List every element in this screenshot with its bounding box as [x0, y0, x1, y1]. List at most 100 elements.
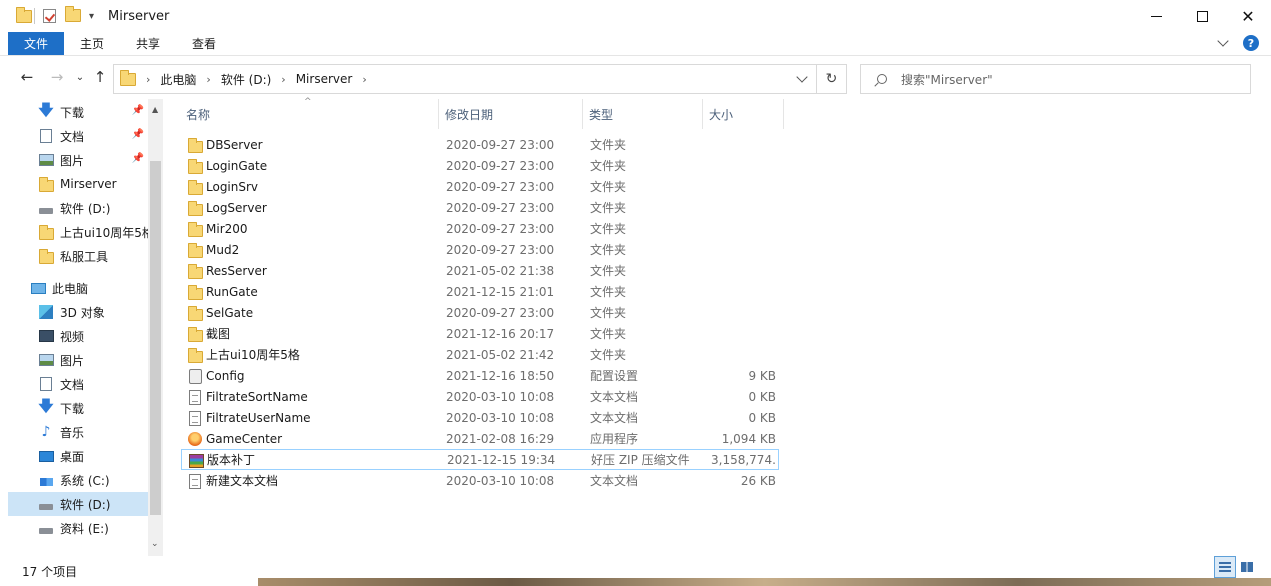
- sidebar-pc-item[interactable]: ♪ 音乐: [8, 420, 148, 444]
- sidebar-pc-item[interactable]: 3D 对象: [8, 300, 148, 324]
- up-button[interactable]: ↑: [90, 67, 110, 87]
- file-row[interactable]: 新建文本文档 2020-03-10 10:08 文本文档 26 KB: [181, 470, 779, 491]
- scroll-up-icon[interactable]: ▲: [152, 105, 158, 114]
- search-icon: [877, 74, 887, 84]
- address-bar[interactable]: › 此电脑 › 软件 (D:) › Mirserver › ↻: [113, 64, 847, 94]
- file-date: 2020-09-27 23:00: [446, 137, 555, 152]
- file-row[interactable]: 截图 2021-12-16 20:17 文件夹: [181, 323, 779, 344]
- file-type: 好压 ZIP 压缩文件: [591, 453, 690, 467]
- column-header-date[interactable]: 修改日期: [440, 99, 583, 129]
- file-name: DBServer: [206, 137, 263, 152]
- tab-share[interactable]: 共享: [120, 32, 176, 55]
- file-date: 2020-09-27 23:00: [446, 158, 555, 173]
- column-header-size[interactable]: 大小: [704, 99, 784, 129]
- column-header-name[interactable]: 名称: [181, 99, 439, 129]
- sidebar-pc-item[interactable]: 视频: [8, 324, 148, 348]
- file-row[interactable]: 上古ui10周年5格 2021-05-02 21:42 文件夹: [181, 344, 779, 365]
- sidebar-quick-access-item[interactable]: Mirserver: [8, 172, 148, 196]
- minimize-button[interactable]: [1133, 0, 1179, 32]
- file-type: 文件夹: [590, 264, 627, 278]
- sidebar-item-this-pc[interactable]: 此电脑: [8, 276, 148, 300]
- forward-button[interactable]: →: [47, 67, 67, 87]
- address-dropdown-button[interactable]: [796, 71, 808, 83]
- breadcrumb-separator[interactable]: ›: [206, 73, 210, 86]
- tab-file[interactable]: 文件: [8, 32, 65, 55]
- file-size: 26 KB: [740, 473, 776, 488]
- recent-locations-button[interactable]: ⌄: [70, 67, 90, 87]
- folder-icon: [187, 263, 203, 279]
- tab-view[interactable]: 查看: [176, 32, 232, 55]
- file-type: 文件夹: [590, 327, 627, 341]
- sidebar-quick-access-item[interactable]: 🡇 下载 📌: [8, 100, 148, 124]
- file-row[interactable]: Mud2 2020-09-27 23:00 文件夹: [181, 239, 779, 260]
- breadcrumb-this-pc[interactable]: 此电脑: [160, 71, 196, 88]
- search-box[interactable]: 搜索"Mirserver": [860, 64, 1251, 94]
- file-row[interactable]: FiltrateSortName 2020-03-10 10:08 文本文档 0 KB: [181, 386, 779, 407]
- new-folder-icon: [65, 6, 81, 22]
- window-controls: ✕: [1133, 0, 1271, 32]
- text-file-icon: [187, 410, 203, 426]
- scrollbar-thumb[interactable]: [150, 161, 161, 515]
- sidebar-pc-item[interactable]: 图片: [8, 348, 148, 372]
- file-row[interactable]: ResServer 2021-05-02 21:38 文件夹: [181, 260, 779, 281]
- sidebar-quick-access-item[interactable]: 图片 📌: [8, 148, 148, 172]
- sidebar-item-label: 软件 (D:): [60, 497, 111, 512]
- expand-ribbon-button[interactable]: [1217, 35, 1229, 47]
- file-row[interactable]: RunGate 2021-12-15 21:01 文件夹: [181, 281, 779, 302]
- file-row[interactable]: Config 2021-12-16 18:50 配置设置 9 KB: [181, 365, 779, 386]
- column-header-type[interactable]: 类型: [584, 99, 703, 129]
- help-button[interactable]: ?: [1243, 35, 1259, 51]
- sidebar-item-label: 文档: [60, 129, 85, 144]
- breadcrumb-mirserver[interactable]: Mirserver: [296, 72, 353, 86]
- sidebar-pc-item[interactable]: 🡇 下载: [8, 396, 148, 420]
- sidebar-item-label: 此电脑: [52, 281, 89, 296]
- file-row[interactable]: LoginGate 2020-09-27 23:00 文件夹: [181, 155, 779, 176]
- sidebar-quick-access-item[interactable]: 上古ui10周年5格: [8, 220, 148, 244]
- file-row[interactable]: FiltrateUserName 2020-03-10 10:08 文本文档 0 KB: [181, 407, 779, 428]
- properties-button[interactable]: [43, 9, 57, 23]
- folder-icon: [187, 179, 203, 195]
- tab-home[interactable]: 主页: [64, 32, 120, 55]
- file-name: 新建文本文档: [206, 474, 279, 488]
- breadcrumb-separator[interactable]: ›: [281, 73, 285, 86]
- sidebar-quick-access-item[interactable]: 私服工具: [8, 244, 148, 268]
- sidebar-pc-item[interactable]: 文档: [8, 372, 148, 396]
- sidebar-pc-item[interactable]: 系统 (C:): [8, 468, 148, 492]
- file-name: LoginGate: [206, 158, 268, 173]
- scroll-down-icon[interactable]: ⌄: [151, 539, 159, 549]
- back-button[interactable]: ←: [17, 67, 37, 87]
- folder-icon: [187, 305, 203, 321]
- file-date: 2021-12-16 20:17: [446, 326, 555, 341]
- customize-toolbar-button[interactable]: ▾: [89, 11, 94, 22]
- file-row[interactable]: LoginSrv 2020-09-27 23:00 文件夹: [181, 176, 779, 197]
- large-icons-view-button[interactable]: [1236, 556, 1258, 578]
- new-folder-button[interactable]: [65, 6, 81, 23]
- sidebar-item-label: Mirserver: [60, 177, 117, 191]
- sidebar-pc-item[interactable]: 桌面: [8, 444, 148, 468]
- file-row[interactable]: DBServer 2020-09-27 23:00 文件夹: [181, 134, 779, 155]
- sidebar-pc-item[interactable]: 资料 (E:): [8, 516, 148, 540]
- file-size: 0 KB: [748, 389, 776, 404]
- close-button[interactable]: ✕: [1225, 0, 1271, 32]
- column-headers: ^ 名称 修改日期 类型 大小: [164, 97, 784, 129]
- breadcrumb-drive-d[interactable]: 软件 (D:): [221, 71, 271, 88]
- view-buttons: [1214, 556, 1258, 578]
- breadcrumb-separator[interactable]: ›: [362, 73, 366, 86]
- maximize-button[interactable]: [1179, 0, 1225, 32]
- sidebar-quick-access-item[interactable]: 文档 📌: [8, 124, 148, 148]
- file-row[interactable]: Mir200 2020-09-27 23:00 文件夹: [181, 218, 779, 239]
- file-row[interactable]: LogServer 2020-09-27 23:00 文件夹: [181, 197, 779, 218]
- file-size: 3,158,774...: [711, 452, 777, 467]
- sidebar-pc-item[interactable]: 软件 (D:): [8, 492, 148, 516]
- refresh-icon: ↻: [825, 71, 838, 87]
- sidebar-quick-access-item[interactable]: 软件 (D:): [8, 196, 148, 220]
- file-row[interactable]: 版本补丁 2021-12-15 19:34 好压 ZIP 压缩文件 3,158,774…: [181, 449, 779, 470]
- file-row[interactable]: SelGate 2020-09-27 23:00 文件夹: [181, 302, 779, 323]
- file-row[interactable]: GameCenter 2021-02-08 16:29 应用程序 1,094 KB: [181, 428, 779, 449]
- refresh-button[interactable]: ↻: [816, 65, 846, 93]
- search-input[interactable]: 搜索"Mirserver": [901, 71, 993, 88]
- navigation-pane-scrollbar[interactable]: ▲ ⌄: [148, 99, 163, 556]
- details-view-button[interactable]: [1214, 556, 1236, 578]
- large-icons-view-icon: [1241, 562, 1253, 572]
- file-type: 文件夹: [590, 138, 627, 152]
